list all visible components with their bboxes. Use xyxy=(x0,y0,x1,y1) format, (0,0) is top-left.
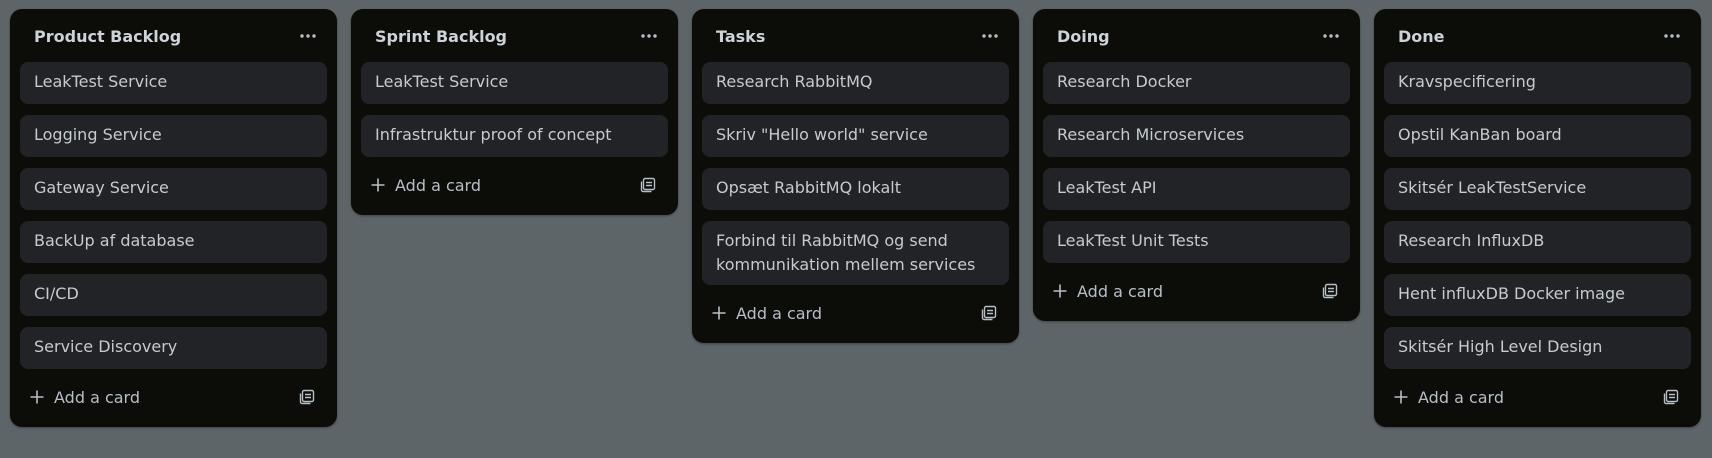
list-title[interactable]: Done xyxy=(1398,27,1445,46)
card[interactable]: BackUp af database xyxy=(20,221,327,263)
plus-icon xyxy=(1394,390,1408,404)
card-template-icon[interactable] xyxy=(1318,279,1342,303)
card[interactable]: Research Docker xyxy=(1043,62,1350,104)
list-header: Doing xyxy=(1043,17,1350,55)
more-horizontal-icon[interactable] xyxy=(293,21,323,51)
card[interactable]: Research InfluxDB xyxy=(1384,221,1691,263)
add-card-label: Add a card xyxy=(1077,281,1164,301)
list-header: Tasks xyxy=(702,17,1009,55)
card[interactable]: Forbind til RabbitMQ og send kommunikati… xyxy=(702,221,1009,285)
card[interactable]: LeakTest API xyxy=(1043,168,1350,210)
plus-icon xyxy=(371,178,385,192)
card-template-icon[interactable] xyxy=(295,385,319,409)
card[interactable]: Skitsér LeakTestService xyxy=(1384,168,1691,210)
card-template-icon[interactable] xyxy=(1659,385,1683,409)
list-sprint-backlog: Sprint Backlog LeakTest Service Infrastr… xyxy=(351,9,678,215)
list-footer: Add a card xyxy=(702,291,1009,335)
plus-icon xyxy=(30,390,44,404)
card[interactable]: Opsæt RabbitMQ lokalt xyxy=(702,168,1009,210)
card-list: Research RabbitMQ Skriv "Hello world" se… xyxy=(702,62,1009,285)
card[interactable]: Research RabbitMQ xyxy=(702,62,1009,104)
add-card-button[interactable]: Add a card xyxy=(1394,388,1504,407)
card[interactable]: Service Discovery xyxy=(20,327,327,369)
list-doing: Doing Research Docker Research Microserv… xyxy=(1033,9,1360,321)
list-title[interactable]: Doing xyxy=(1057,27,1110,46)
more-horizontal-icon[interactable] xyxy=(975,21,1005,51)
list-done: Done Kravspecificering Opstil KanBan boa… xyxy=(1374,9,1701,427)
kanban-board: Product Backlog LeakTest Service Logging… xyxy=(10,9,1701,427)
add-card-button[interactable]: Add a card xyxy=(1053,282,1163,301)
card-template-icon[interactable] xyxy=(636,173,660,197)
card[interactable]: Skitsér High Level Design xyxy=(1384,327,1691,369)
list-product-backlog: Product Backlog LeakTest Service Logging… xyxy=(10,9,337,427)
list-header: Product Backlog xyxy=(20,17,327,55)
list-header: Sprint Backlog xyxy=(361,17,668,55)
card-list: LeakTest Service Infrastruktur proof of … xyxy=(361,62,668,157)
add-card-label: Add a card xyxy=(736,303,823,323)
card-list: LeakTest Service Logging Service Gateway… xyxy=(20,62,327,369)
list-title[interactable]: Product Backlog xyxy=(34,27,181,46)
list-header: Done xyxy=(1384,17,1691,55)
list-title[interactable]: Tasks xyxy=(716,27,765,46)
plus-icon xyxy=(1053,284,1067,298)
card-template-icon[interactable] xyxy=(977,301,1001,325)
add-card-button[interactable]: Add a card xyxy=(371,176,481,195)
more-horizontal-icon[interactable] xyxy=(1657,21,1687,51)
card[interactable]: Opstil KanBan board xyxy=(1384,115,1691,157)
add-card-label: Add a card xyxy=(395,175,482,195)
card[interactable]: LeakTest Service xyxy=(20,62,327,104)
card[interactable]: Research Microservices xyxy=(1043,115,1350,157)
card[interactable]: Hent influxDB Docker image xyxy=(1384,274,1691,316)
list-tasks: Tasks Research RabbitMQ Skriv "Hello wor… xyxy=(692,9,1019,343)
add-card-label: Add a card xyxy=(1418,387,1505,407)
plus-icon xyxy=(712,306,726,320)
list-footer: Add a card xyxy=(20,375,327,419)
card[interactable]: Gateway Service xyxy=(20,168,327,210)
card[interactable]: Logging Service xyxy=(20,115,327,157)
card-list: Research Docker Research Microservices L… xyxy=(1043,62,1350,263)
card[interactable]: Infrastruktur proof of concept xyxy=(361,115,668,157)
list-footer: Add a card xyxy=(1384,375,1691,419)
add-card-label: Add a card xyxy=(54,387,141,407)
list-footer: Add a card xyxy=(1043,269,1350,313)
list-footer: Add a card xyxy=(361,163,668,207)
more-horizontal-icon[interactable] xyxy=(1316,21,1346,51)
add-card-button[interactable]: Add a card xyxy=(30,388,140,407)
card[interactable]: CI/CD xyxy=(20,274,327,316)
card[interactable]: Skriv "Hello world" service xyxy=(702,115,1009,157)
card-list: Kravspecificering Opstil KanBan board Sk… xyxy=(1384,62,1691,369)
card[interactable]: Kravspecificering xyxy=(1384,62,1691,104)
list-title[interactable]: Sprint Backlog xyxy=(375,27,507,46)
more-horizontal-icon[interactable] xyxy=(634,21,664,51)
add-card-button[interactable]: Add a card xyxy=(712,304,822,323)
card[interactable]: LeakTest Service xyxy=(361,62,668,104)
card[interactable]: LeakTest Unit Tests xyxy=(1043,221,1350,263)
